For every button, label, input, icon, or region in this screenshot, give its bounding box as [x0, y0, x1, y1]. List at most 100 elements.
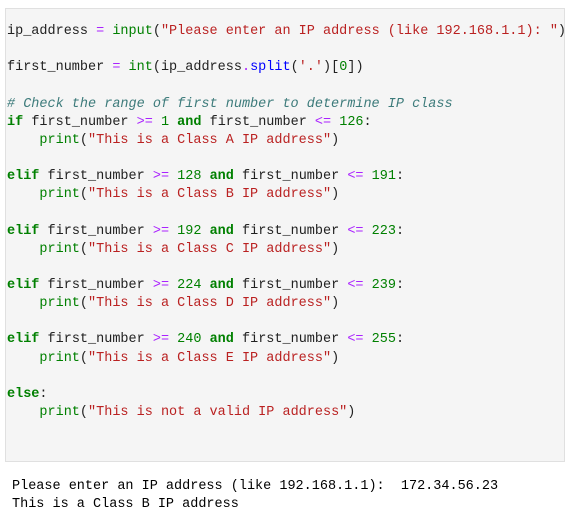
class-message-string: "This is a Class D IP address" [88, 296, 332, 312]
lte-operator: <= [347, 332, 364, 348]
gte-operator: >= [152, 332, 170, 348]
lte-operator: <= [347, 169, 364, 185]
keyword-elif: elif [7, 332, 40, 348]
output-result-line: This is a Class B IP address [12, 496, 498, 514]
assign-operator: = [88, 24, 113, 39]
variable-first-number: first_number [209, 114, 307, 130]
output-entered-value: 172.34.56.23 [400, 479, 499, 494]
lte-operator: <= [347, 223, 364, 239]
paren: ) [355, 60, 364, 76]
prompt-string: "Please enter an IP address (like 192.16… [160, 24, 558, 39]
output-prompt-line: Please enter an IP address (like 192.168… [12, 478, 498, 496]
upper-bound: 255 [371, 332, 396, 348]
keyword-else: else [7, 386, 40, 402]
cell-output: Please enter an IP address (like 192.168… [12, 478, 498, 514]
code-line-first-number: first_number = int(ip_address.split('.')… [7, 59, 566, 77]
lower-bound: 1 [160, 114, 170, 130]
variable-ip-address: ip_address [7, 24, 89, 39]
keyword-elif: elif [7, 169, 40, 185]
keyword-and: and [209, 332, 234, 348]
dot-operator: . [241, 60, 251, 76]
method-split: split [250, 60, 291, 76]
class-message-string: "This is a Class E IP address" [88, 350, 332, 366]
variable-first-number: first_number [242, 277, 340, 293]
class-message-string: "This is a Class B IP address" [88, 187, 332, 203]
builtin-int: int [128, 60, 153, 76]
keyword-and: and [209, 277, 234, 293]
else-line: else: [7, 386, 48, 402]
builtin-print: print [39, 187, 80, 203]
builtin-print: print [39, 132, 80, 148]
paren: ( [152, 60, 161, 76]
builtin-print: print [39, 404, 80, 420]
branch-a-condition: if first_number >= 1 and first_number <=… [7, 114, 372, 130]
lte-operator: <= [314, 114, 332, 130]
output-result: This is a Class B IP address [12, 497, 239, 513]
gte-operator: >= [152, 223, 170, 239]
branch-c-condition: elif first_number >= 192 and first_numbe… [7, 223, 405, 239]
class-message-string: "This is a Class A IP address" [88, 132, 332, 148]
gte-operator: >= [152, 277, 170, 293]
builtin-print: print [39, 350, 80, 366]
variable-first-number: first_number [7, 60, 105, 76]
upper-bound: 191 [371, 169, 396, 185]
gte-operator: >= [152, 169, 170, 185]
code-comment: # Check the range of first number to det… [7, 96, 566, 114]
branch-e-print: print("This is a Class E IP address") [39, 350, 340, 366]
keyword-and: and [209, 223, 234, 239]
gte-operator: >= [136, 114, 153, 130]
lower-bound: 224 [177, 277, 202, 293]
variable-first-number: first_number [47, 169, 145, 185]
variable-first-number: first_number [47, 223, 145, 239]
variable-ip-address: ip_address [160, 60, 242, 76]
else-print: print("This is not a valid IP address") [39, 404, 356, 420]
keyword-if: if [7, 114, 24, 130]
branch-d-print: print("This is a Class D IP address") [39, 296, 340, 312]
invalid-message-string: "This is not a valid IP address" [88, 404, 348, 420]
variable-first-number: first_number [242, 332, 340, 348]
assign-operator: = [104, 60, 129, 76]
builtin-print: print [39, 296, 80, 312]
upper-bound: 239 [371, 277, 396, 293]
variable-first-number: first_number [31, 114, 129, 130]
code-line-input: ip_address = input("Please enter an IP a… [7, 23, 566, 41]
paren: ( [290, 60, 299, 76]
keyword-and: and [209, 169, 234, 185]
branch-c-print: print("This is a Class C IP address") [39, 241, 340, 257]
branch-a-print: print("This is a Class A IP address") [39, 132, 340, 148]
keyword-elif: elif [7, 277, 40, 293]
variable-first-number: first_number [47, 332, 145, 348]
variable-first-number: first_number [242, 169, 340, 185]
keyword-and: and [177, 114, 202, 130]
comment-text: # Check the range of first number to det… [7, 96, 453, 112]
code-editor[interactable]: ip_address = input("Please enter an IP a… [7, 23, 566, 422]
builtin-input: input [112, 24, 153, 39]
lte-operator: <= [347, 277, 364, 293]
branch-e-condition: elif first_number >= 240 and first_numbe… [7, 332, 405, 348]
lower-bound: 192 [177, 223, 202, 239]
upper-bound: 223 [371, 223, 396, 239]
lower-bound: 240 [177, 332, 202, 348]
branch-d-condition: elif first_number >= 224 and first_numbe… [7, 277, 405, 293]
upper-bound: 126 [339, 114, 364, 130]
branch-b-print: print("This is a Class B IP address") [39, 187, 340, 203]
paren: ) [557, 24, 566, 39]
paren: ) [323, 60, 332, 76]
lower-bound: 128 [177, 169, 202, 185]
variable-first-number: first_number [47, 277, 145, 293]
class-message-string: "This is a Class C IP address" [88, 241, 332, 257]
output-prompt: Please enter an IP address (like 192.168… [12, 479, 401, 494]
keyword-elif: elif [7, 223, 40, 239]
branch-b-condition: elif first_number >= 128 and first_numbe… [7, 169, 405, 185]
split-separator-string: '.' [298, 60, 324, 76]
paren: ( [152, 24, 161, 39]
builtin-print: print [39, 241, 80, 257]
variable-first-number: first_number [242, 223, 340, 239]
